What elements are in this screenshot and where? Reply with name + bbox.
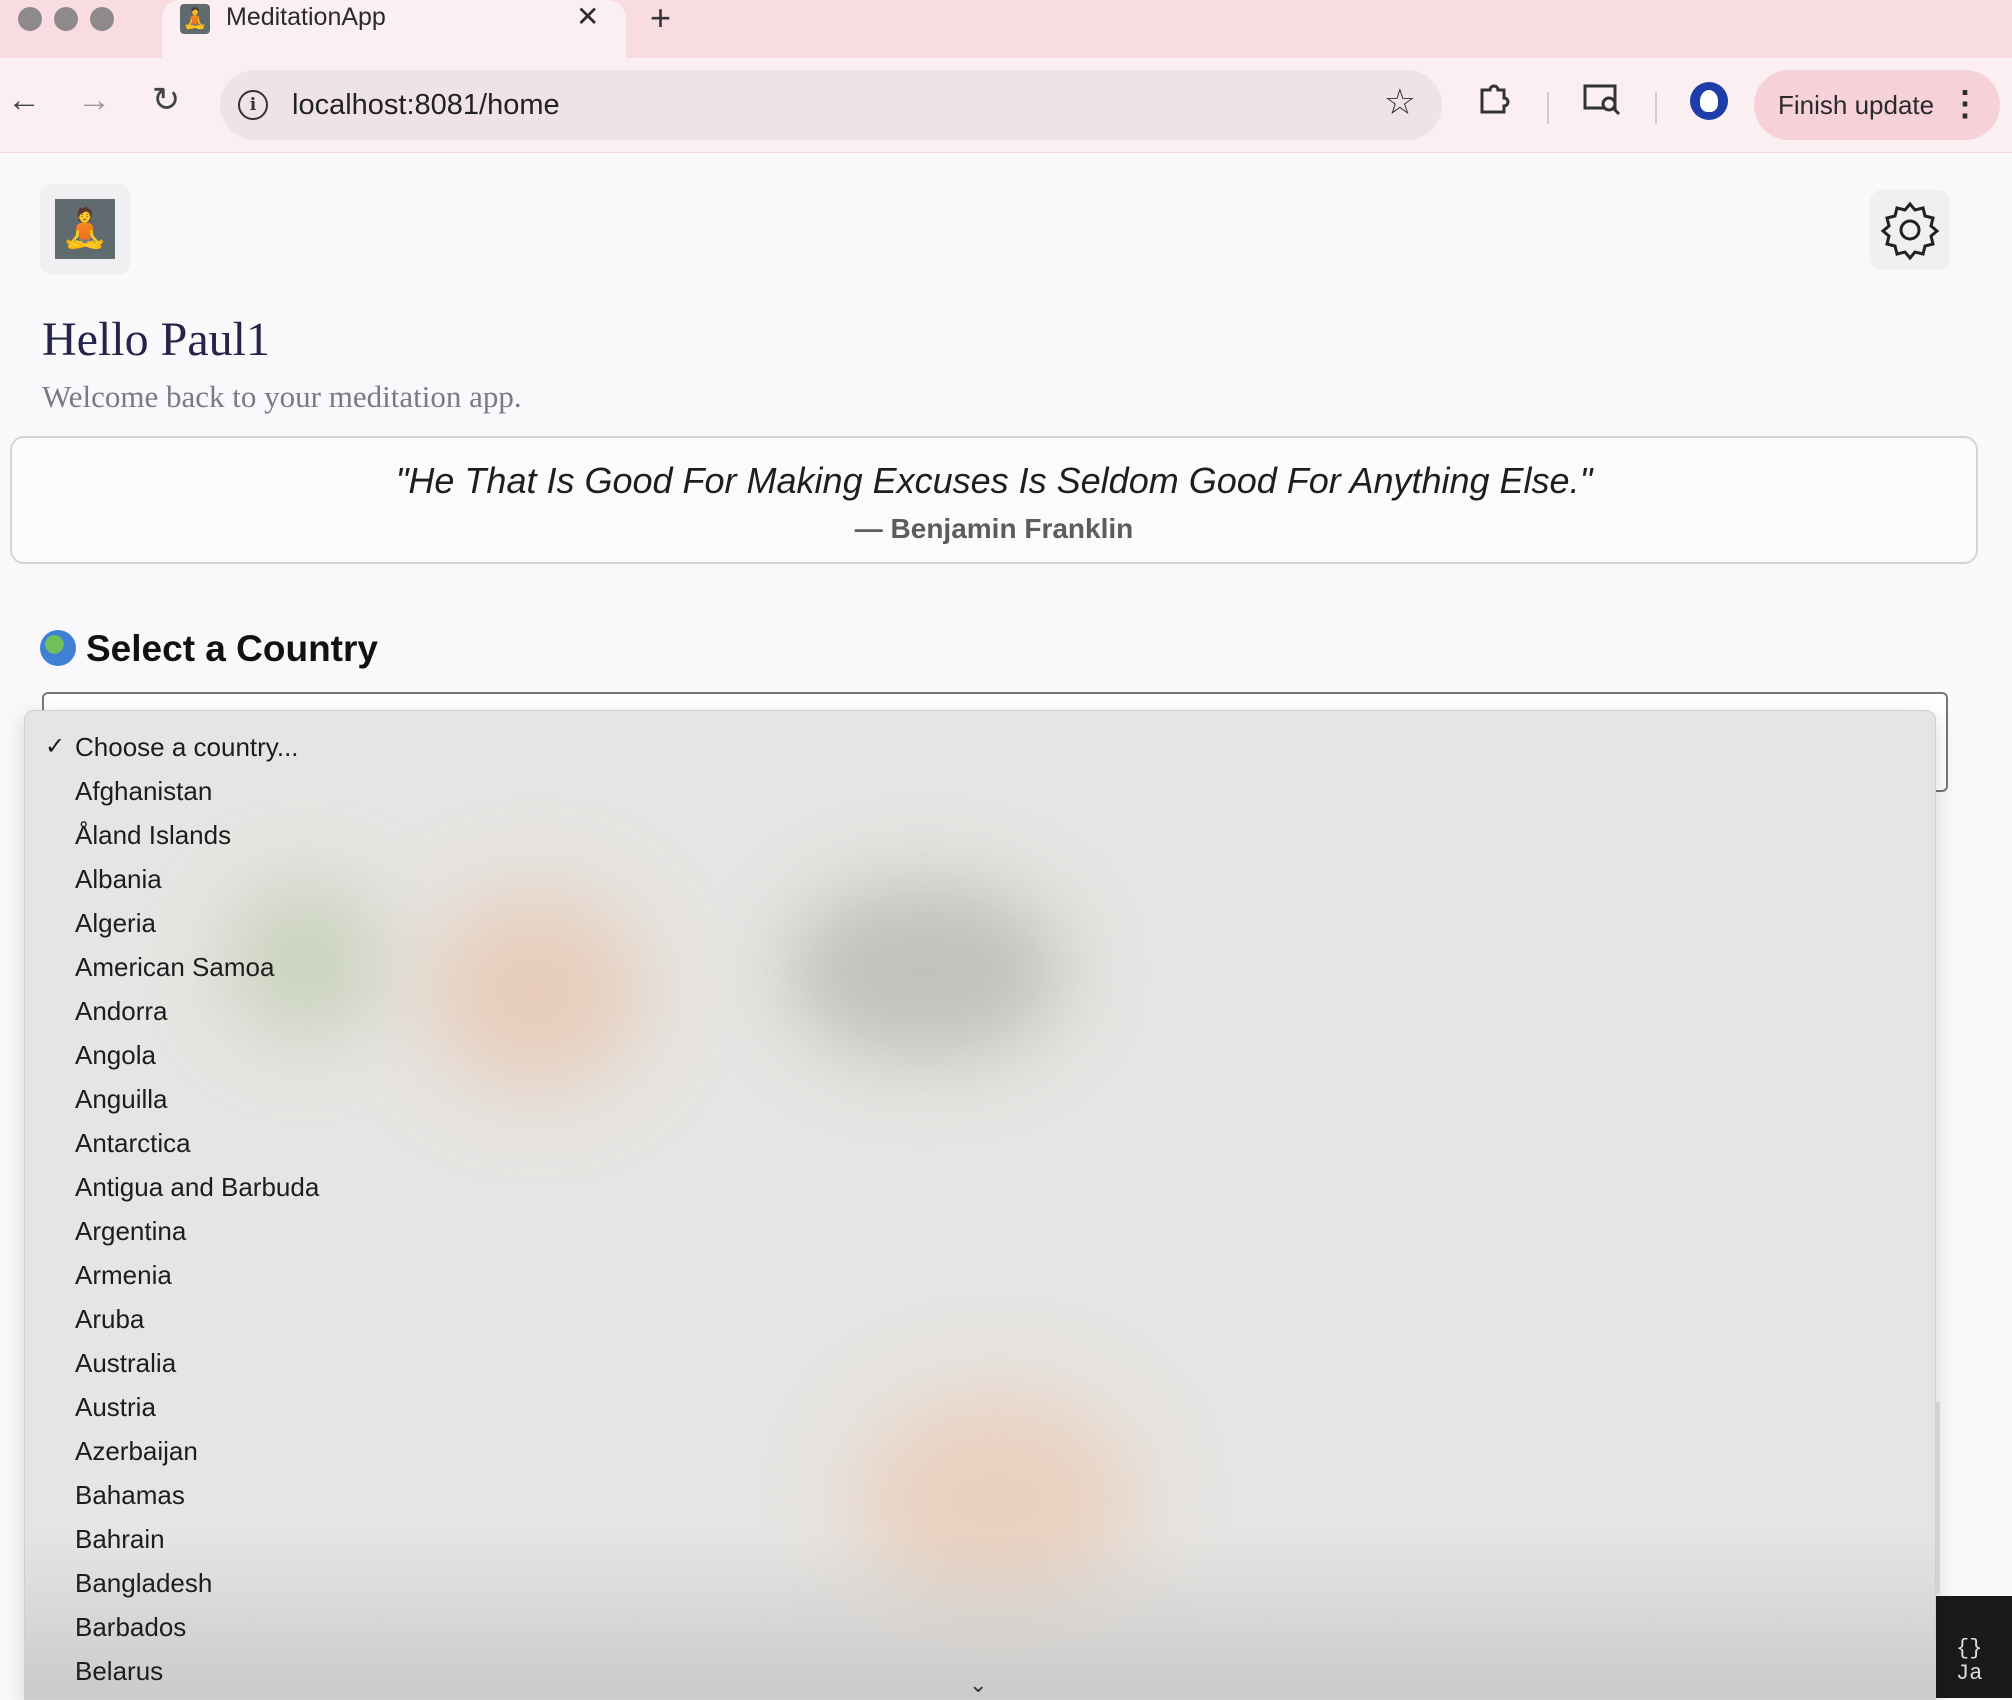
meditation-figure-icon: 🧘 [55,199,115,259]
background-code-label: {} Ja [1956,1636,1983,1686]
gear-icon [1880,201,1940,261]
browser-tab-bar: 🧘 MeditationApp ✕ + [0,0,2012,58]
country-option[interactable]: Andorra [25,989,1935,1033]
app-logo[interactable]: 🧘 [40,184,130,274]
country-option[interactable]: Australia [25,1341,1935,1385]
url-text[interactable]: localhost:8081/home [292,88,560,122]
back-arrow-icon[interactable]: ← [4,80,44,120]
option-label: Choose a country... [75,732,299,762]
new-tab-icon[interactable]: + [650,0,671,36]
quote-card: "He That Is Good For Making Excuses Is S… [10,436,1978,564]
tab-close-icon[interactable]: ✕ [576,2,599,32]
country-option[interactable]: Algeria [25,901,1935,945]
finish-update-button[interactable]: Finish update ⋮ [1754,70,2000,140]
country-option[interactable]: Antarctica [25,1121,1935,1165]
toolbar-separator [1547,92,1549,124]
country-option[interactable]: Austria [25,1385,1935,1429]
more-vert-icon[interactable]: ⋮ [1948,84,1982,124]
country-option[interactable]: Albania [25,857,1935,901]
quote-author: — Benjamin Franklin [854,513,1134,544]
section-title-text: Select a Country [86,628,378,669]
country-option[interactable]: Aruba [25,1297,1935,1341]
info-icon[interactable]: i [238,90,268,120]
country-option[interactable]: Antigua and Barbuda [25,1165,1935,1209]
country-option[interactable]: Bahrain [25,1517,1935,1561]
country-dropdown-menu[interactable]: ✓ Choose a country... Afghanistan Åland … [24,710,1936,1700]
toolbar-separator [1655,92,1657,124]
globe-icon [40,630,76,666]
browser-toolbar: ← → ↻ i localhost:8081/home ☆ Finish upd… [0,58,2012,153]
window-close-control[interactable] [18,7,42,31]
country-option[interactable]: American Samoa [25,945,1935,989]
finish-update-label: Finish update [1778,90,1935,120]
country-option[interactable]: Åland Islands [25,813,1935,857]
country-option[interactable]: Anguilla [25,1077,1935,1121]
tab-title: MeditationApp [226,3,386,31]
checkmark-icon: ✓ [45,733,66,760]
cast-search-icon[interactable] [1582,80,1622,125]
browser-tab-meditationapp[interactable]: 🧘 MeditationApp ✕ [162,0,626,58]
window-minimize-control[interactable] [54,7,78,31]
country-option[interactable]: Angola [25,1033,1935,1077]
extensions-icon[interactable] [1476,80,1512,125]
country-option[interactable]: Argentina [25,1209,1935,1253]
country-option[interactable]: Azerbaijan [25,1429,1935,1473]
greeting-heading: Hello Paul1 [42,313,270,366]
reload-icon[interactable]: ↻ [146,80,186,120]
profile-icon[interactable] [1690,82,1728,120]
address-bar[interactable]: i localhost:8081/home ☆ [220,70,1442,140]
country-option[interactable]: Bahamas [25,1473,1935,1517]
country-section-title: Select a Country [40,626,378,672]
chevron-down-icon[interactable]: ⌄ [969,1673,987,1697]
country-option-list: ✓ Choose a country... Afghanistan Åland … [25,725,1935,1693]
country-option[interactable]: Afghanistan [25,769,1935,813]
country-option[interactable]: Armenia [25,1253,1935,1297]
meditation-favicon-icon: 🧘 [180,4,210,34]
settings-button[interactable] [1870,190,1950,270]
window-zoom-control[interactable] [90,7,114,31]
bookmark-star-icon[interactable]: ☆ [1384,82,1416,122]
country-option[interactable]: Barbados [25,1605,1935,1649]
forward-arrow-icon[interactable]: → [74,80,114,120]
welcome-subtitle: Welcome back to your meditation app. [42,379,522,414]
option-placeholder[interactable]: ✓ Choose a country... [25,725,1935,769]
country-option[interactable]: Bangladesh [25,1561,1935,1605]
quote-text: "He That Is Good For Making Excuses Is S… [395,460,1593,501]
